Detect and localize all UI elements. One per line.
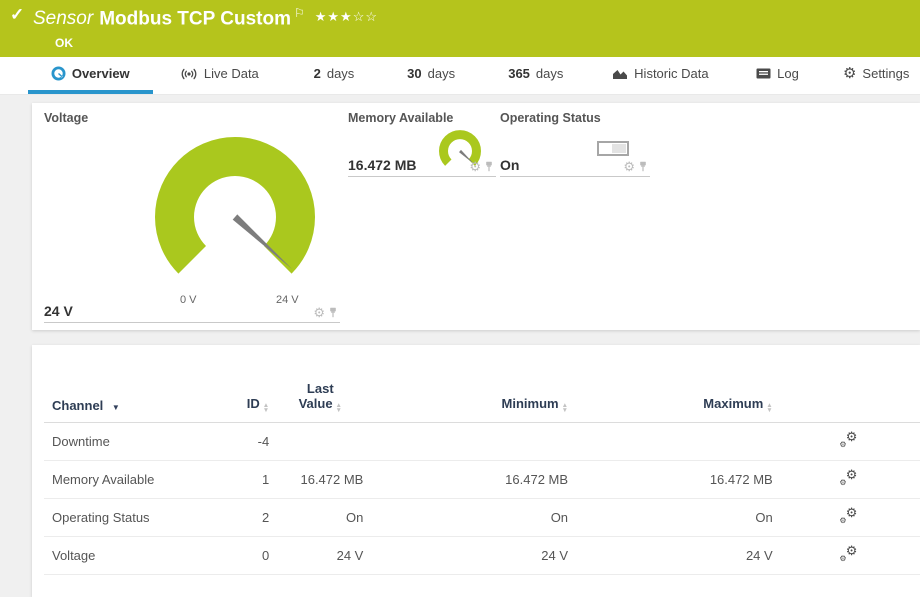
voltage-gauge-min-label: 0 V — [180, 294, 197, 306]
channel-settings-icon[interactable]: ⚙⚙ — [839, 470, 857, 486]
page-title: Modbus TCP Custom — [99, 8, 291, 29]
tab-settings[interactable]: ⚙ Settings — [832, 57, 920, 94]
tab-historic-data[interactable]: Historic Data — [598, 57, 723, 94]
table-row-memory-available[interactable]: Memory Available 1 16.472 MB 16.472 MB 1… — [44, 461, 920, 499]
table-row-voltage[interactable]: Voltage 0 24 V 24 V 24 V ⚙⚙ — [44, 537, 920, 575]
tab-overview-label: Overview — [72, 66, 130, 81]
channel-settings-icon[interactable]: ⚙⚙ — [839, 546, 857, 562]
channel-minimum — [367, 423, 572, 461]
gauges-card: Voltage 0 V 24 V 24 V ⚙ Memory Available — [32, 103, 920, 330]
channel-id: 2 — [208, 499, 273, 537]
sort-icon: ▲▼ — [336, 404, 342, 413]
table-row-operating-status[interactable]: Operating Status 2 On On On ⚙⚙ — [44, 499, 920, 537]
operating-status-panel-title: Operating Status — [500, 111, 650, 125]
channel-minimum: 16.472 MB — [367, 461, 572, 499]
channel-name: Operating Status — [44, 499, 208, 537]
channels-table: Channel ▼ ID▲▼ Last Value▲▼ Minimum▲▼ Ma — [44, 381, 920, 575]
sort-icon: ▲▼ — [766, 404, 772, 413]
priority-star-rating[interactable]: ★★★☆☆ — [315, 9, 378, 24]
table-row-downtime[interactable]: Downtime -4 ⚙⚙ — [44, 423, 920, 461]
operating-status-value: On — [500, 157, 519, 173]
tab-30-days-number: 30 — [407, 66, 421, 81]
memory-pin-icon[interactable] — [484, 161, 494, 172]
memory-gear-icon[interactable]: ⚙ — [469, 160, 481, 173]
channel-panel-operating-status: Operating Status On ⚙ — [500, 111, 650, 177]
channel-panel-voltage: Voltage 0 V 24 V 24 V ⚙ — [44, 111, 340, 323]
channel-maximum: On — [572, 499, 777, 537]
sort-icon: ▲▼ — [562, 404, 568, 413]
tab-historic-data-label: Historic Data — [634, 66, 708, 81]
channel-name: Downtime — [44, 423, 208, 461]
channel-name: Voltage — [44, 537, 208, 575]
column-header-channel[interactable]: Channel ▼ — [44, 381, 208, 423]
log-list-icon — [756, 68, 771, 79]
channels-table-card: Channel ▼ ID▲▼ Last Value▲▼ Minimum▲▼ Ma — [32, 345, 920, 597]
overview-gauge-icon — [51, 66, 66, 81]
column-header-id[interactable]: ID▲▼ — [208, 381, 273, 423]
tab-365-days-number: 365 — [508, 66, 530, 81]
column-header-maximum[interactable]: Maximum▲▼ — [572, 381, 777, 423]
tab-365-days[interactable]: 365 days — [488, 57, 583, 94]
tab-overview[interactable]: Overview — [28, 57, 153, 94]
tab-log[interactable]: Log — [738, 57, 818, 94]
tab-live-data[interactable]: Live Data — [165, 57, 275, 94]
channel-id: 0 — [208, 537, 273, 575]
voltage-gauge-max-label: 24 V — [276, 294, 299, 306]
operating-status-gear-icon[interactable]: ⚙ — [623, 160, 635, 173]
channel-maximum: 24 V — [572, 537, 777, 575]
flag-icon[interactable]: ⚐ — [294, 6, 305, 20]
channel-id: -4 — [208, 423, 273, 461]
tab-30-days-label: days — [428, 66, 455, 81]
tab-365-days-label: days — [536, 66, 563, 81]
channel-minimum: On — [367, 499, 572, 537]
channel-settings-icon[interactable]: ⚙⚙ — [839, 432, 857, 448]
channel-settings-icon[interactable]: ⚙⚙ — [839, 508, 857, 524]
status-badge: OK — [55, 36, 73, 50]
channel-id: 1 — [208, 461, 273, 499]
tab-30-days[interactable]: 30 days — [389, 57, 474, 94]
voltage-gauge — [147, 129, 323, 305]
sort-icon: ▲▼ — [263, 404, 269, 413]
channel-maximum — [572, 423, 777, 461]
status-check-icon: ✓ — [10, 5, 24, 25]
tab-bar: Overview Live Data 2 days 30 days 365 da… — [0, 57, 920, 95]
tab-2-days-number: 2 — [314, 66, 321, 81]
channel-maximum: 16.472 MB — [572, 461, 777, 499]
historic-data-chart-icon — [612, 67, 628, 80]
tab-log-label: Log — [777, 66, 799, 81]
channel-name: Memory Available — [44, 461, 208, 499]
voltage-gear-icon[interactable]: ⚙ — [313, 306, 325, 319]
memory-panel-title: Memory Available — [348, 111, 496, 125]
column-header-last-value[interactable]: Last Value▲▼ — [273, 381, 367, 423]
channel-minimum: 24 V — [367, 537, 572, 575]
tab-settings-label: Settings — [862, 66, 909, 81]
channel-last-value: On — [273, 499, 367, 537]
voltage-value: 24 V — [44, 303, 73, 319]
sensor-header: ✓ Sensor Modbus TCP Custom⚐ ★★★☆☆ OK — [0, 0, 920, 57]
tab-2-days[interactable]: 2 days — [294, 57, 374, 94]
channel-panel-memory: Memory Available 16.472 MB ⚙ — [348, 111, 496, 177]
channel-last-value: 16.472 MB — [273, 461, 367, 499]
operating-status-toggle-icon — [597, 141, 629, 156]
object-kind-label: Sensor — [33, 8, 93, 29]
settings-gear-icon: ⚙ — [843, 66, 856, 81]
live-data-icon — [180, 68, 198, 80]
sort-desc-icon: ▼ — [112, 403, 120, 412]
toggle-knob — [612, 144, 626, 153]
column-header-minimum[interactable]: Minimum▲▼ — [367, 381, 572, 423]
tab-2-days-label: days — [327, 66, 354, 81]
channel-last-value: 24 V — [273, 537, 367, 575]
content-area: Voltage 0 V 24 V 24 V ⚙ Memory Available — [0, 95, 920, 597]
column-header-actions — [777, 381, 920, 423]
tab-live-data-label: Live Data — [204, 66, 259, 81]
operating-status-pin-icon[interactable] — [638, 161, 648, 172]
channel-last-value — [273, 423, 367, 461]
voltage-pin-icon[interactable] — [328, 307, 338, 318]
memory-value: 16.472 MB — [348, 157, 416, 173]
voltage-panel-title: Voltage — [44, 111, 340, 125]
